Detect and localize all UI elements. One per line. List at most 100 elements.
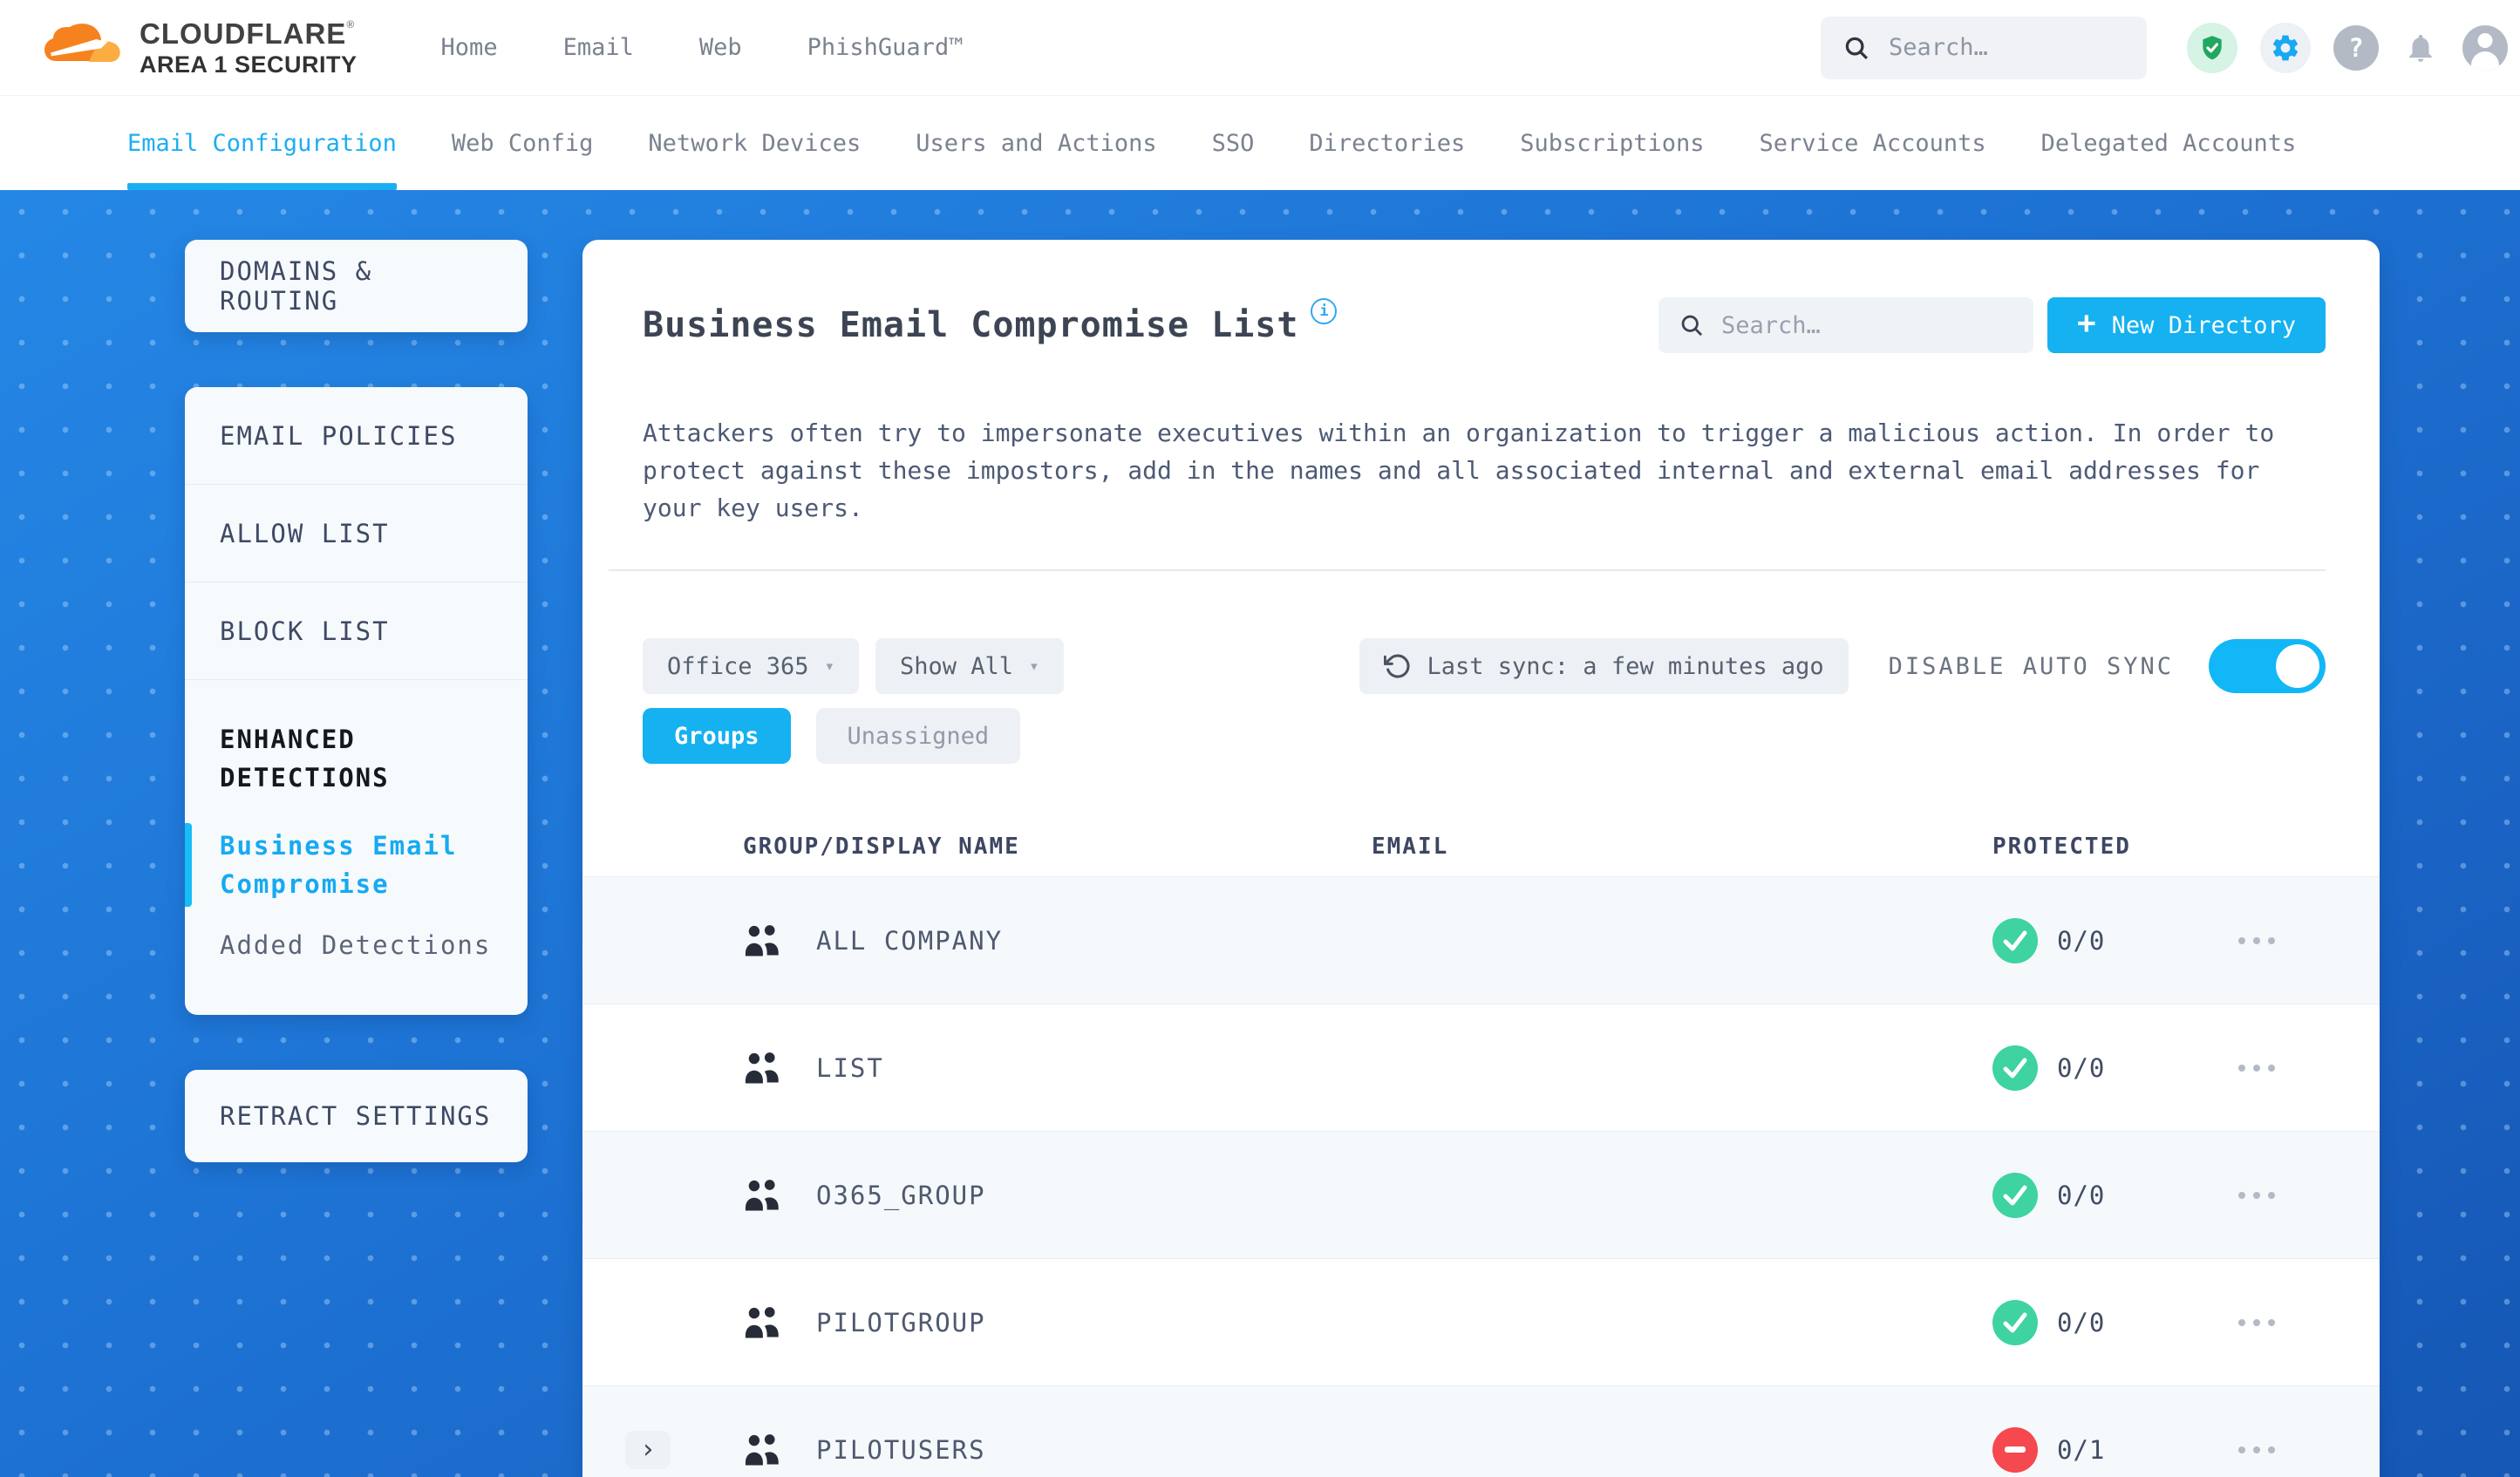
last-sync-label: Last sync: a few minutes ago [1427,652,1824,680]
new-directory-button[interactable]: + New Directory [2047,297,2326,353]
sidebar-item-business-email-compromise[interactable]: Business Email Compromise [185,823,493,907]
cloudflare-logo: CLOUDFLARE® AREA 1 SECURITY [44,19,358,77]
auto-sync-toggle[interactable] [2209,639,2326,693]
table-row[interactable]: › PILOTUSERS 0/1 [582,1385,2380,1477]
group-people-icon [745,924,779,956]
config-tab-network-devices[interactable]: Network Devices [648,96,861,190]
show-filter-select[interactable]: Show All ▾ [875,638,1064,694]
group-table-header: GROUP/DISPLAY NAME EMAIL PROTECTED [582,817,2380,876]
protected-value: 0/0 [2057,1307,2106,1337]
column-header-name: GROUP/DISPLAY NAME [743,834,1020,860]
sidebar: DOMAINS & ROUTING EMAIL POLICIES ALLOW L… [185,240,528,1162]
row-menu-button[interactable] [2230,1183,2284,1208]
top-nav-item-web[interactable]: Web [699,34,742,61]
column-header-protected: PROTECTED [1992,834,2131,860]
config-tab-email-configuration[interactable]: Email Configuration [127,96,397,190]
table-row[interactable]: › O365_GROUP 0/0 [582,1131,2380,1258]
config-tab-service-accounts[interactable]: Service Accounts [1760,96,1986,190]
shield-check-icon [2203,35,2222,59]
config-nav: Email Configuration Web Config Network Dev… [0,96,2520,190]
account-button[interactable] [2462,24,2508,71]
name-cell: LIST [743,1051,1372,1086]
tab-unassigned[interactable]: Unassigned [815,708,1021,764]
group-table: GROUP/DISPLAY NAME EMAIL PROTECTED › ALL… [582,817,2380,1477]
config-tab-web-config[interactable]: Web Config [452,96,594,190]
group-people-icon [745,1179,779,1210]
logo-sub: AREA 1 SECURITY [140,51,358,78]
config-tab-sso[interactable]: SSO [1212,96,1255,190]
notifications-button[interactable] [2401,25,2440,71]
sidebar-card-policies: EMAIL POLICIES ALLOW LIST BLOCK LIST ENH… [185,387,528,1015]
last-sync-button[interactable]: Last sync: a few minutes ago [1359,638,1849,694]
top-nav-item-email[interactable]: Email [563,34,634,61]
row-menu-button[interactable] [2230,1438,2284,1462]
sidebar-card-domains: DOMAINS & ROUTING [185,240,528,332]
group-table-body: › ALL COMPANY 0/0 › [582,876,2380,1477]
global-search-input[interactable]: Search… [1821,16,2147,79]
group-people-icon [745,1052,779,1083]
name-cell: PILOTUSERS [743,1433,1372,1467]
sidebar-item-enhanced-detections[interactable]: ENHANCED DETECTIONS [220,720,493,797]
sidebar-item-email-policies[interactable]: EMAIL POLICIES [185,387,528,485]
table-row[interactable]: › ALL COMPANY 0/0 [582,876,2380,1004]
sidebar-card-retract: RETRACT SETTINGS [185,1070,528,1162]
directory-select[interactable]: Office 365 ▾ [643,638,860,694]
table-row[interactable]: › PILOTGROUP 0/0 [582,1258,2380,1385]
sidebar-item-block-list[interactable]: BLOCK LIST [185,582,528,680]
protected-value: 0/1 [2057,1434,2106,1465]
group-name: O365_GROUP [816,1180,986,1210]
sidebar-section-enhanced-detections: ENHANCED DETECTIONS Business Email Compr… [185,680,528,1015]
help-button[interactable]: ? [2333,24,2379,71]
cloudflare-cloud-icon [44,23,120,62]
config-tab-subscriptions[interactable]: Subscriptions [1520,96,1704,190]
config-tab-users-and-actions[interactable]: Users and Actions [916,96,1156,190]
settings-button[interactable] [2260,22,2311,73]
protected-cell: 0/0 [1992,917,2380,963]
search-icon [1845,37,1869,59]
column-header-email: EMAIL [1372,834,1449,860]
divider [609,569,2326,571]
header-actions: Search… ? [1821,16,2508,79]
list-search-input[interactable]: Search… [1658,297,2033,353]
protected-badge [1992,1045,2038,1091]
gear-icon [2272,35,2299,60]
list-search-placeholder: Search… [1720,311,1821,339]
check-icon [2003,1312,2027,1332]
row-menu-button[interactable] [2230,929,2284,953]
toggle-knob [2276,644,2319,688]
minus-icon [2005,1446,2026,1453]
top-nav-item-phishguard[interactable]: PhishGuard™ [807,34,964,61]
sidebar-item-domains-routing[interactable]: DOMAINS & ROUTING [185,240,528,332]
row-menu-button[interactable] [2230,1056,2284,1080]
protected-cell: 0/1 [1992,1426,2380,1473]
view-tabs: Groups Unassigned [643,708,2326,764]
sidebar-item-retract-settings[interactable]: RETRACT SETTINGS [185,1070,528,1162]
filters-row: Office 365 ▾ Show All ▾ Last sync: a few… [643,638,2326,694]
check-icon [2003,1185,2027,1205]
group-name: ALL COMPANY [816,925,1004,956]
top-nav-item-home[interactable]: Home [441,34,498,61]
question-mark-icon: ? [2348,32,2364,63]
tab-groups[interactable]: Groups [643,708,791,764]
group-name: LIST [816,1052,884,1083]
page-title: Business Email Compromise List [643,305,1299,345]
group-people-icon [745,1433,779,1465]
chevron-right-icon: › [639,1434,657,1465]
expand-button[interactable]: › [625,1430,671,1469]
search-icon [1681,315,1703,337]
row-menu-button[interactable] [2230,1310,2284,1335]
group-people-icon [745,1306,779,1337]
security-status-button[interactable] [2187,22,2237,73]
sidebar-item-added-detections[interactable]: Added Detections [220,926,493,964]
check-icon [2003,1058,2027,1078]
config-tab-directories[interactable]: Directories [1309,96,1465,190]
sidebar-item-allow-list[interactable]: ALLOW LIST [185,485,528,582]
info-icon[interactable]: i [1311,298,1338,324]
top-header: CLOUDFLARE® AREA 1 SECURITY Home Email Web… [0,0,2520,96]
protected-value: 0/0 [2057,1180,2106,1210]
global-search-placeholder: Search… [1889,34,1988,61]
protected-cell: 0/0 [1992,1299,2380,1345]
protected-cell: 0/0 [1992,1172,2380,1218]
config-tab-delegated-accounts[interactable]: Delegated Accounts [2041,96,2297,190]
table-row[interactable]: › LIST 0/0 [582,1004,2380,1131]
